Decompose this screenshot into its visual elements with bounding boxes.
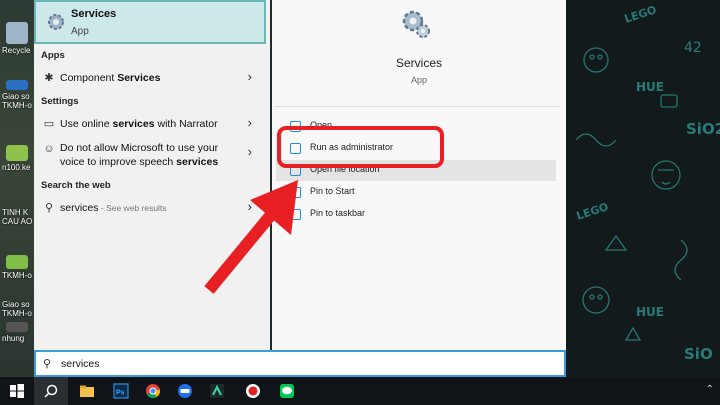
chat-app-icon bbox=[178, 384, 192, 398]
desktop-icon-label: n100.ke bbox=[2, 163, 31, 172]
section-header-web: Search the web bbox=[41, 180, 111, 191]
photoshop-icon: Ps bbox=[113, 383, 129, 399]
line-button[interactable] bbox=[270, 377, 304, 405]
search-icon bbox=[44, 384, 58, 398]
desktop-icon-label: TKMH-o bbox=[2, 309, 32, 318]
services-gear-icon bbox=[402, 10, 430, 38]
search-icon: ⚲ bbox=[43, 358, 52, 370]
zalo-button[interactable] bbox=[168, 377, 202, 405]
action-pin-to-start[interactable]: Pin to Start bbox=[276, 182, 556, 203]
result-label: Use online services with Narrator bbox=[60, 118, 218, 130]
desktop-icon-label: Giao so bbox=[2, 92, 30, 101]
monitor-icon: ▭ bbox=[43, 118, 55, 130]
screen-recorder-button[interactable] bbox=[236, 377, 270, 405]
app-title: Services bbox=[395, 56, 442, 70]
best-match-title: Services bbox=[71, 8, 117, 20]
shortcut-icon bbox=[6, 255, 28, 269]
wallpaper: LEGO 42 HUE SiO2 LEGO HUE SiO bbox=[566, 0, 720, 377]
word-file-icon bbox=[6, 80, 28, 90]
desktop-icon-file[interactable]: n100.ke bbox=[2, 145, 32, 172]
taskbar: Ps ⌃ bbox=[0, 377, 720, 405]
windows-logo-icon bbox=[10, 384, 24, 398]
chevron-right-icon[interactable]: › bbox=[248, 144, 252, 159]
desktop-area: Recycle Giao so TKMH-o n100.ke TINH K CA… bbox=[0, 0, 34, 377]
chrome-button[interactable] bbox=[136, 377, 170, 405]
result-component-services[interactable]: ✱ Component Services › bbox=[34, 69, 268, 88]
desktop-icon-file[interactable]: Giao so TKMH-o bbox=[2, 300, 32, 318]
desktop-icon-file[interactable]: nhung bbox=[2, 322, 32, 343]
photoshop-button[interactable]: Ps bbox=[104, 377, 138, 405]
chrome-icon bbox=[146, 384, 161, 399]
action-label: Pin to Start bbox=[310, 186, 355, 196]
result-label: services - See web results bbox=[60, 202, 167, 214]
best-match-subtitle: App bbox=[71, 26, 89, 37]
divider bbox=[274, 106, 560, 107]
action-pin-to-taskbar[interactable]: Pin to taskbar bbox=[276, 204, 556, 225]
desktop-icon-label: TINH K bbox=[2, 208, 29, 217]
line-chat-icon bbox=[280, 384, 294, 398]
search-icon: ⚲ bbox=[44, 202, 54, 214]
result-speech-setting[interactable]: ☺ Do not allow Microsoft to use your voic… bbox=[34, 140, 268, 172]
taskbar-search-button[interactable] bbox=[34, 377, 68, 405]
speech-icon: ☺ bbox=[43, 143, 55, 155]
wallpaper-doodles bbox=[575, 47, 688, 341]
desktop-icon-label: TKMH-o bbox=[2, 101, 32, 110]
folder-icon bbox=[80, 385, 94, 397]
app-preview: Services App bbox=[272, 0, 566, 106]
desktop-icon-file[interactable]: Giao so TKMH-o bbox=[2, 80, 32, 110]
chevron-right-icon[interactable]: › bbox=[248, 69, 252, 84]
desktop-icon-label: Giao so bbox=[2, 300, 30, 309]
record-icon bbox=[246, 384, 260, 398]
desktop-icon-label: TKMH-o bbox=[2, 271, 32, 280]
app-details-pane: Services App Open Run as administrator O… bbox=[272, 0, 566, 350]
svg-text:Ps: Ps bbox=[116, 390, 125, 397]
section-header-apps: Apps bbox=[41, 50, 65, 61]
shortcut-icon bbox=[6, 145, 28, 161]
start-button[interactable] bbox=[0, 377, 34, 405]
desktop-icon-file[interactable]: TINH K CAU AO bbox=[2, 208, 32, 226]
component-services-icon: ✱ bbox=[44, 72, 54, 84]
chevron-right-icon[interactable]: › bbox=[248, 115, 252, 130]
video-file-icon bbox=[6, 322, 28, 332]
result-narrator-setting[interactable]: ▭ Use online services with Narrator › bbox=[34, 115, 268, 134]
app-type: App bbox=[410, 75, 427, 85]
annotation-highlight-box bbox=[277, 126, 444, 168]
search-input[interactable]: ⚲ services bbox=[34, 350, 566, 377]
search-query: services bbox=[61, 358, 100, 370]
filmora-button[interactable] bbox=[200, 377, 234, 405]
file-explorer-button[interactable] bbox=[70, 377, 104, 405]
desktop-icon-file[interactable]: TKMH-o bbox=[2, 255, 32, 280]
desktop-icon-label: CAU AO bbox=[2, 217, 32, 226]
result-label: Do not allow Microsoft to use your voice … bbox=[60, 142, 219, 168]
desktop-icon-label: Recycle bbox=[2, 46, 31, 55]
action-label: Pin to taskbar bbox=[310, 208, 366, 218]
desktop-icon-label: nhung bbox=[2, 334, 25, 343]
section-header-settings: Settings bbox=[41, 96, 79, 107]
desktop-icon-recycle-bin[interactable]: Recycle bbox=[2, 22, 32, 55]
recycle-bin-icon bbox=[6, 22, 28, 44]
best-match-result[interactable]: Services App bbox=[34, 0, 266, 44]
services-gear-icon bbox=[48, 14, 64, 30]
result-label: Component Services bbox=[60, 72, 161, 84]
video-editor-icon bbox=[210, 384, 224, 398]
tray-overflow-icon[interactable]: ⌃ bbox=[706, 384, 714, 395]
annotation-arrow-icon bbox=[204, 180, 298, 294]
